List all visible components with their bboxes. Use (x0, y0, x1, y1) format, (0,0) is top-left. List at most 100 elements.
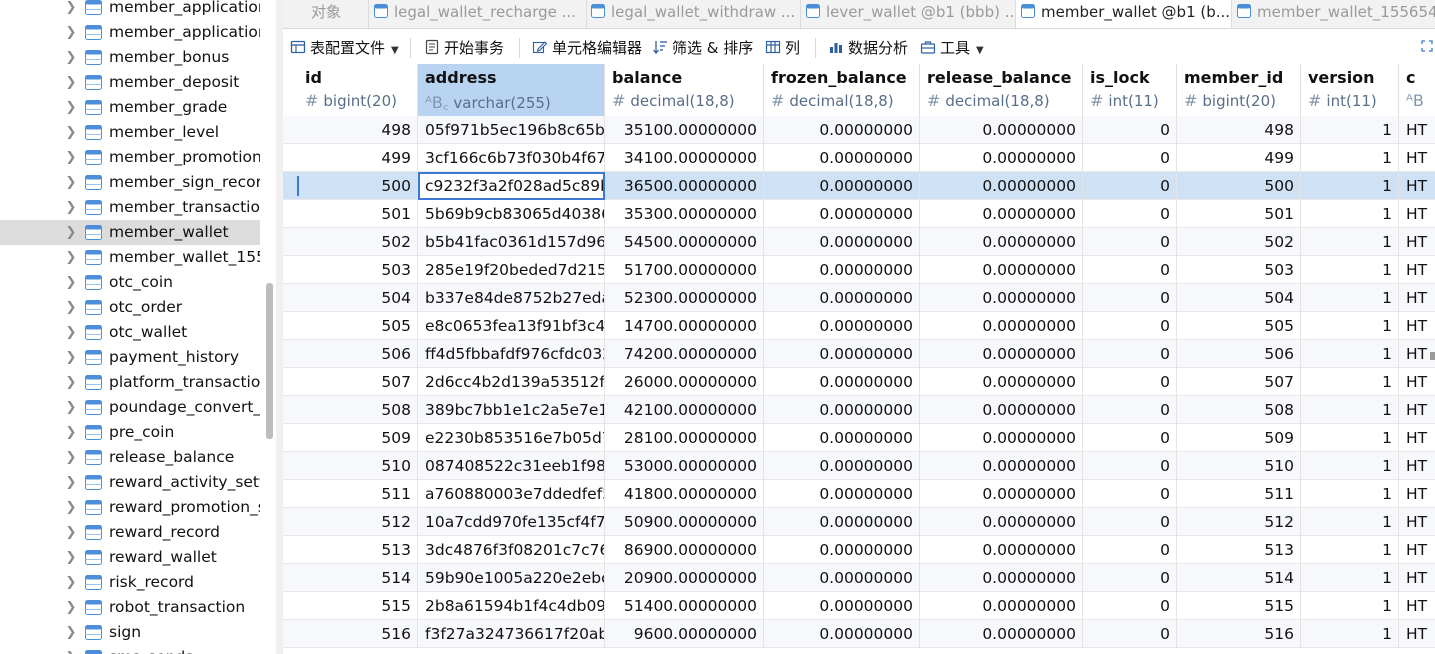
table-cell[interactable]: 0.00000000 (764, 620, 920, 648)
table-cell[interactable]: 1 (1301, 508, 1399, 536)
table-cell[interactable]: 507 (1177, 368, 1301, 396)
chevron-right-icon[interactable]: ❯ (64, 570, 78, 595)
sidebar-item[interactable]: ❯ reward_activity_setti (0, 470, 260, 495)
column-header[interactable]: version # int(11) (1301, 64, 1399, 116)
chevron-right-icon[interactable]: ❯ (64, 45, 78, 70)
table-cell[interactable]: 1 (1301, 424, 1399, 452)
table-cell[interactable]: 508 (298, 396, 418, 424)
filter-sort-button[interactable]: 筛选 & 排序 (652, 37, 753, 59)
table-cell[interactable]: 0.00000000 (920, 256, 1083, 284)
table-cell[interactable]: 41800.00000000 (605, 480, 764, 508)
table-row[interactable]: 514 59b90e1005a220e2ebc 20900.00000000 0.00… (283, 564, 1435, 592)
table-cell[interactable]: 500 (298, 172, 418, 200)
tab[interactable]: member_wallet @b1 (b... (1016, 0, 1232, 28)
table-cell[interactable]: 511 (298, 480, 418, 508)
table-cell[interactable]: 516 (1177, 620, 1301, 648)
chevron-right-icon[interactable]: ❯ (64, 545, 78, 570)
table-row[interactable]: 511 a760880003e7ddedfef5 41800.00000000 0.0… (283, 480, 1435, 508)
table-cell[interactable]: 502 (298, 228, 418, 256)
sidebar-item[interactable]: ❯ release_balance (0, 445, 260, 470)
table-cell[interactable]: 0 (1083, 620, 1177, 648)
sidebar-item[interactable]: ❯ member_level (0, 120, 260, 145)
table-cell[interactable]: 1 (1301, 144, 1399, 172)
table-row[interactable]: 505 e8c0653fea13f91bf3c48 14700.00000000 0.… (283, 312, 1435, 340)
table-cell[interactable]: 1 (1301, 536, 1399, 564)
sidebar-item[interactable]: ❯ reward_wallet (0, 545, 260, 570)
table-cell[interactable]: HT (1399, 312, 1435, 340)
table-row[interactable]: 516 f3f27a324736617f20abb 9600.00000000 0.0… (283, 620, 1435, 648)
table-cell[interactable]: 0.00000000 (920, 452, 1083, 480)
chevron-right-icon[interactable]: ❯ (64, 145, 78, 170)
table-cell[interactable]: 0.00000000 (764, 340, 920, 368)
table-cell[interactable]: 0.00000000 (764, 312, 920, 340)
table-row[interactable]: 506 ff4d5fbbafdf976cfdc032 74200.00000000 0… (283, 340, 1435, 368)
table-cell[interactable]: 0 (1083, 452, 1177, 480)
table-cell[interactable]: HT (1399, 620, 1435, 648)
sidebar-item[interactable]: ❯ member_grade (0, 95, 260, 120)
chevron-right-icon[interactable]: ❯ (64, 645, 78, 654)
table-cell[interactable]: 0 (1083, 592, 1177, 620)
table-cell[interactable]: 503 (1177, 256, 1301, 284)
table-cell[interactable]: 0 (1083, 256, 1177, 284)
chevron-right-icon[interactable]: ❯ (64, 420, 78, 445)
table-cell[interactable]: 3dc4876f3f08201c7c76 (418, 536, 605, 564)
table-cell[interactable]: 74200.00000000 (605, 340, 764, 368)
table-row[interactable]: 502 b5b41fac0361d157d967 54500.00000000 0.0… (283, 228, 1435, 256)
table-cell[interactable]: 26000.00000000 (605, 368, 764, 396)
table-cell[interactable]: 0.00000000 (764, 284, 920, 312)
sidebar-divider[interactable] (276, 0, 283, 654)
table-cell[interactable]: HT (1399, 536, 1435, 564)
table-cell[interactable]: 1 (1301, 620, 1399, 648)
table-cell[interactable]: 500 (1177, 172, 1301, 200)
table-cell[interactable]: 53000.00000000 (605, 452, 764, 480)
table-cell[interactable]: HT (1399, 480, 1435, 508)
sidebar-item[interactable]: ❯ otc_wallet (0, 320, 260, 345)
table-cell[interactable]: 509 (298, 424, 418, 452)
table-config-button[interactable]: 表配置文件 ▼ (290, 37, 399, 59)
table-row[interactable]: 507 2d6cc4b2d139a53512fb 26000.00000000 0.0… (283, 368, 1435, 396)
table-cell[interactable]: 0 (1083, 284, 1177, 312)
table-cell[interactable]: 10a7cdd970fe135cf4f7b (418, 508, 605, 536)
chevron-right-icon[interactable]: ❯ (64, 245, 78, 270)
table-cell[interactable]: 502 (1177, 228, 1301, 256)
table-cell[interactable]: 0.00000000 (920, 116, 1083, 144)
table-cell[interactable]: 1 (1301, 368, 1399, 396)
table-cell[interactable]: 501 (1177, 200, 1301, 228)
table-row[interactable]: 513 3dc4876f3f08201c7c76 86900.00000000 0.0… (283, 536, 1435, 564)
table-cell[interactable]: 508 (1177, 396, 1301, 424)
sidebar-item[interactable]: ❯ member_promotion (0, 145, 260, 170)
table-cell[interactable]: 501 (298, 200, 418, 228)
table-cell[interactable]: 511 (1177, 480, 1301, 508)
chevron-right-icon[interactable]: ❯ (64, 395, 78, 420)
table-cell[interactable]: 0.00000000 (920, 536, 1083, 564)
table-cell[interactable]: e2230b853516e7b05d7 (418, 424, 605, 452)
table-cell[interactable]: 505 (1177, 312, 1301, 340)
chevron-right-icon[interactable]: ❯ (64, 595, 78, 620)
sidebar-item[interactable]: ❯ member_bonus (0, 45, 260, 70)
table-cell[interactable]: 1 (1301, 452, 1399, 480)
table-cell[interactable]: 514 (298, 564, 418, 592)
table-cell[interactable]: 1 (1301, 396, 1399, 424)
table-cell[interactable]: 35300.00000000 (605, 200, 764, 228)
column-header[interactable]: frozen_balance # decimal(18,8) (764, 64, 920, 116)
table-cell[interactable]: 1 (1301, 228, 1399, 256)
table-cell[interactable]: 3cf166c6b73f030b4f67e (418, 144, 605, 172)
table-cell[interactable]: 0 (1083, 340, 1177, 368)
table-row[interactable]: 508 389bc7bb1e1c2a5e7e1 42100.00000000 0.00… (283, 396, 1435, 424)
table-cell[interactable]: 513 (1177, 536, 1301, 564)
sidebar-item[interactable]: ❯ member_application (0, 0, 260, 20)
expand-icon[interactable] (1421, 40, 1433, 52)
table-cell[interactable]: 0 (1083, 228, 1177, 256)
table-cell[interactable]: 0.00000000 (764, 592, 920, 620)
table-cell[interactable]: 1 (1301, 340, 1399, 368)
table-cell[interactable]: 2b8a61594b1f4c4db090 (418, 592, 605, 620)
table-cell[interactable]: 0.00000000 (764, 256, 920, 284)
chevron-right-icon[interactable]: ❯ (64, 70, 78, 95)
table-cell[interactable]: 509 (1177, 424, 1301, 452)
table-cell[interactable]: 512 (298, 508, 418, 536)
sidebar-item[interactable]: ❯ otc_coin (0, 270, 260, 295)
table-cell[interactable]: 0 (1083, 172, 1177, 200)
columns-button[interactable]: 列 (765, 37, 800, 59)
table-cell[interactable]: 1 (1301, 564, 1399, 592)
sidebar-item[interactable]: ❯ member_deposit (0, 70, 260, 95)
